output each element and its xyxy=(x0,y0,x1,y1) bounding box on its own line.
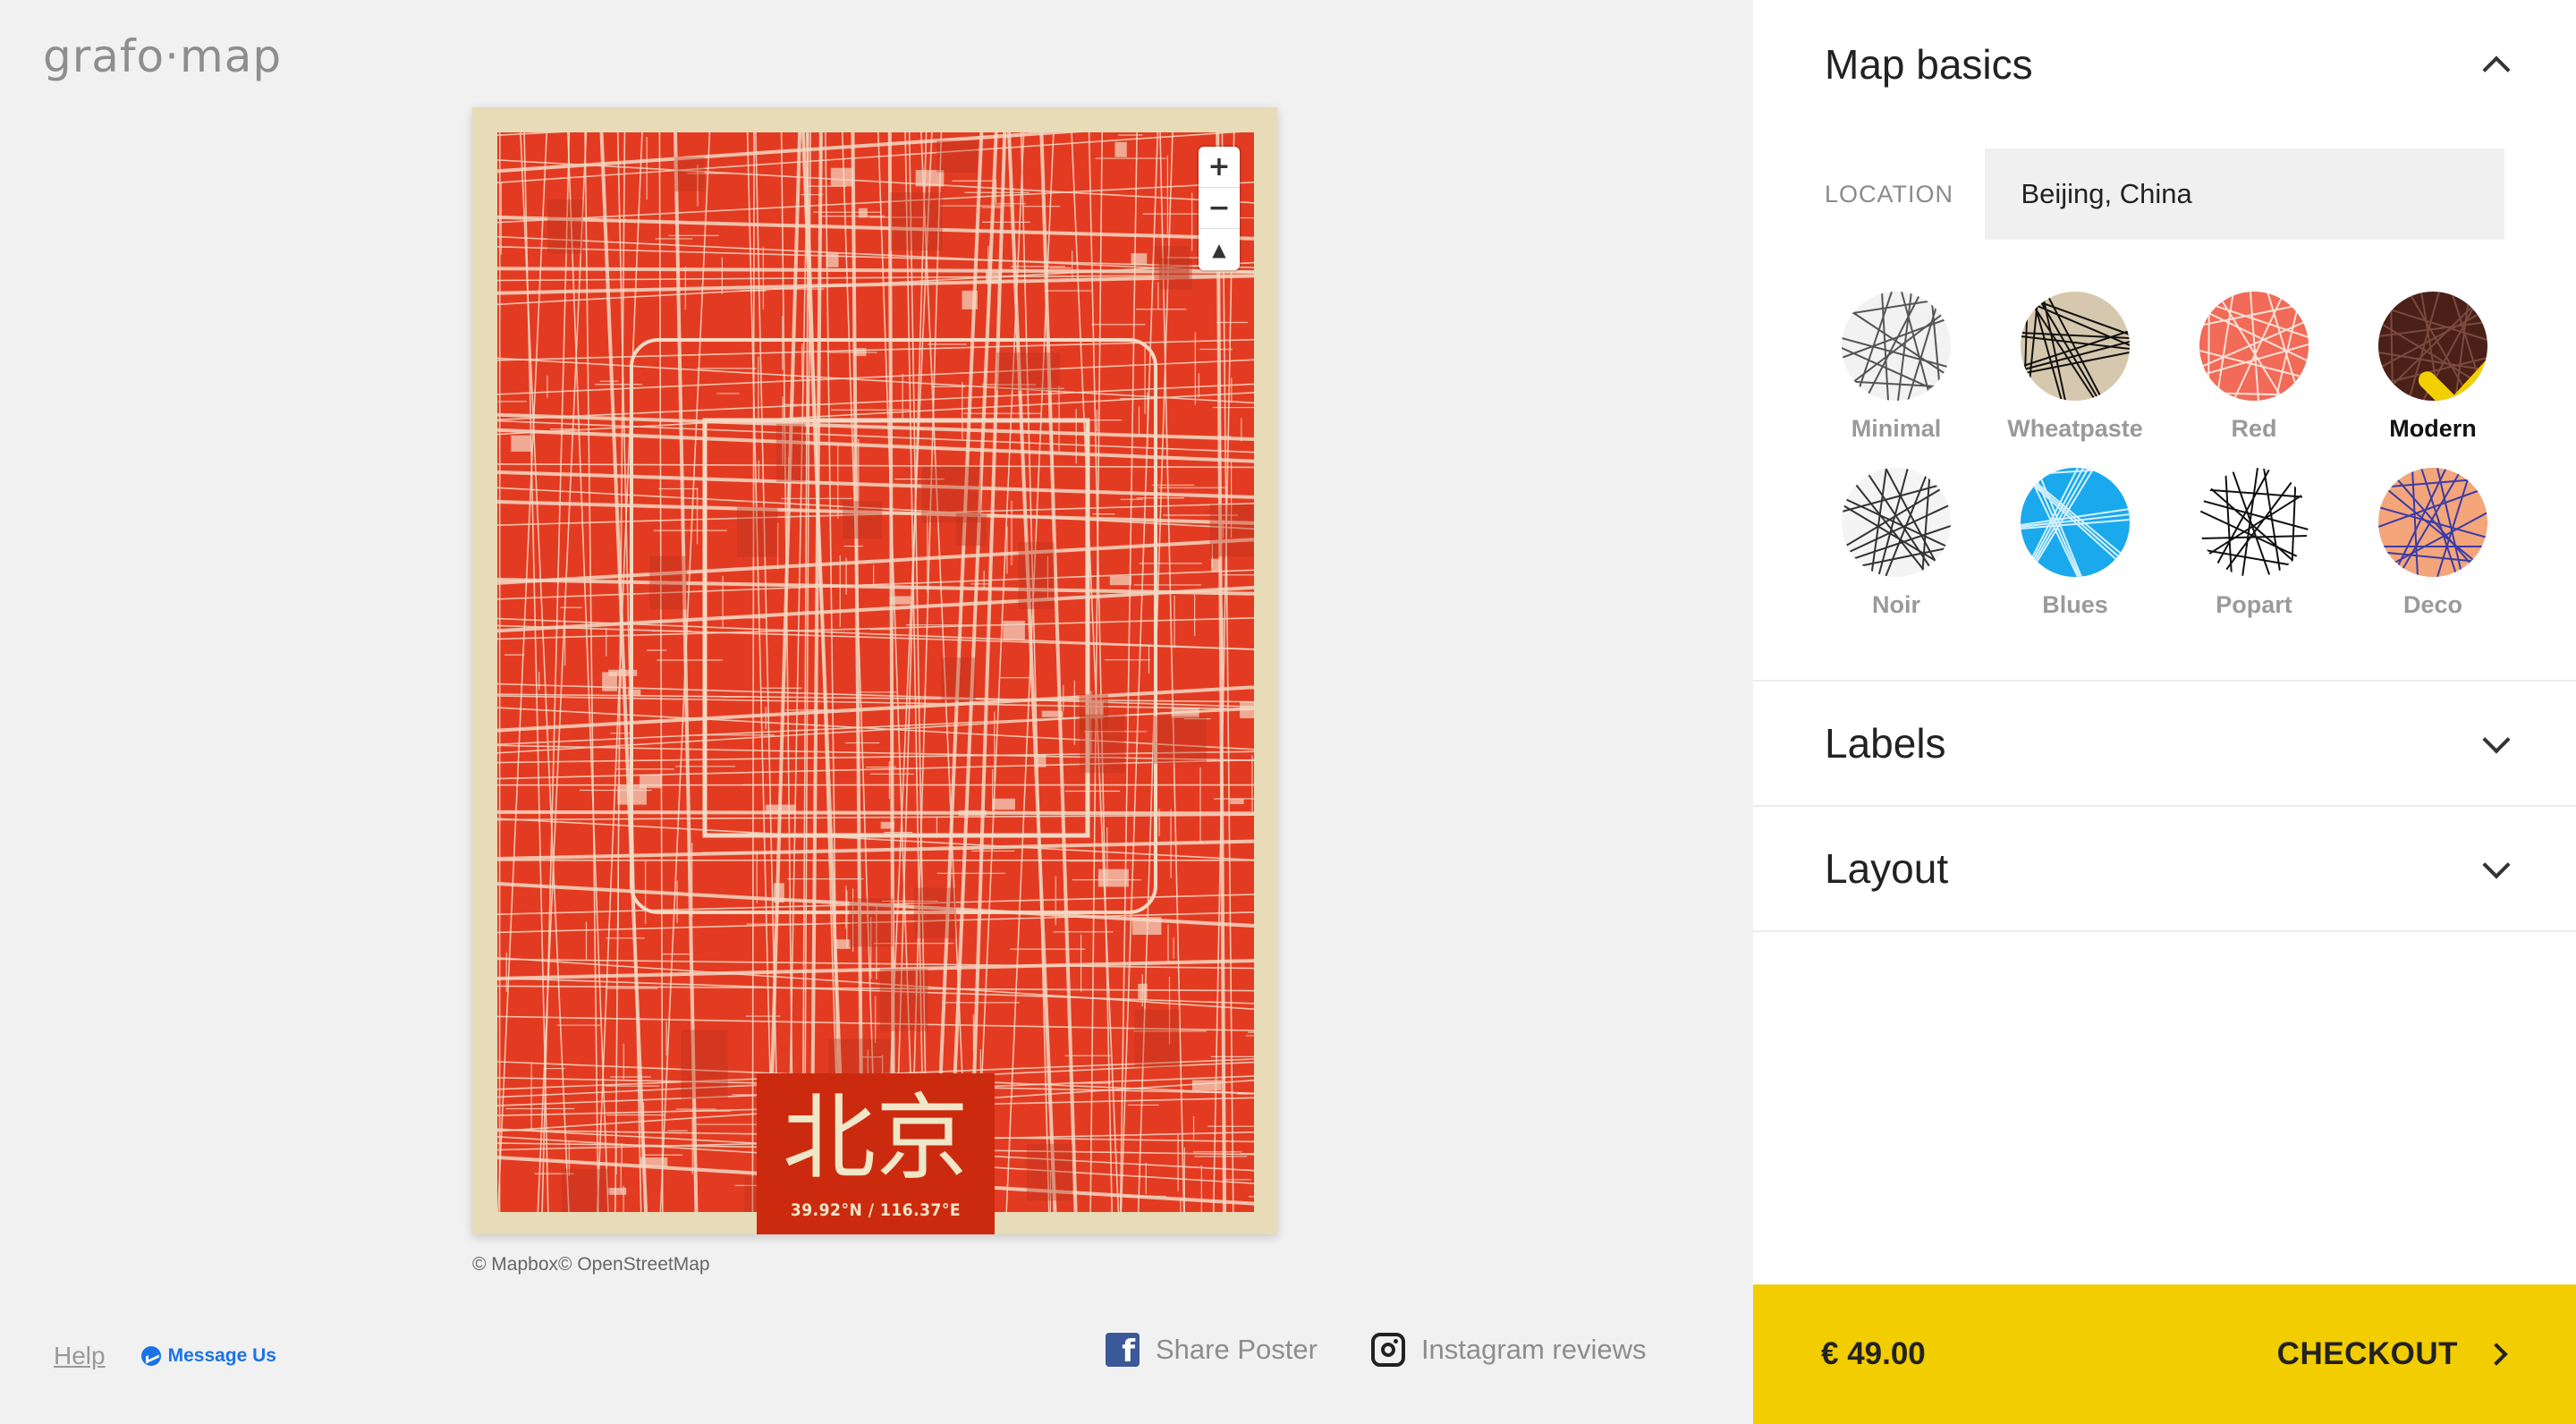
map-controls: + − ▲ xyxy=(1199,147,1240,270)
brand-logo[interactable]: grafo·map xyxy=(43,30,282,82)
poster-title-block: 北京 39.92°N / 116.37°E xyxy=(757,1073,995,1234)
zoom-in-button[interactable]: + xyxy=(1199,147,1240,188)
location-input[interactable] xyxy=(1985,148,2504,240)
map-canvas[interactable]: + − ▲ xyxy=(497,132,1254,1212)
style-name: Deco xyxy=(2402,591,2463,618)
style-name: Minimal xyxy=(1851,415,1942,442)
section-layout: Layout xyxy=(1753,807,2576,930)
instagram-icon xyxy=(1370,1333,1405,1367)
style-option-noir[interactable]: Noir xyxy=(1807,468,1986,619)
style-swatch[interactable] xyxy=(1842,468,1951,577)
labels-header[interactable]: Labels xyxy=(1753,682,2576,805)
map-streets xyxy=(497,132,1254,1212)
poster-coordinates: 39.92°N / 116.37°E xyxy=(790,1200,962,1220)
layout-title: Layout xyxy=(1825,845,1949,892)
message-us-label: Message Us xyxy=(167,1345,276,1366)
style-name: Wheatpaste xyxy=(2007,415,2143,442)
style-option-blues[interactable]: Blues xyxy=(1986,468,2165,619)
style-name: Noir xyxy=(1872,591,1920,618)
style-swatch[interactable] xyxy=(2378,292,2487,401)
facebook-icon: f xyxy=(1106,1333,1140,1367)
poster-city-label: 北京 xyxy=(782,1083,969,1192)
style-option-popart[interactable]: Popart xyxy=(2165,468,2343,619)
section-map-basics: Map basics LOCATION Minimal Wheatpaste Red… xyxy=(1753,0,2576,619)
style-name: Modern xyxy=(2389,415,2477,442)
location-label: LOCATION xyxy=(1825,180,1954,208)
price: € 49.00 xyxy=(1821,1336,1926,1371)
labels-title: Labels xyxy=(1825,720,1946,767)
zoom-out-button[interactable]: − xyxy=(1199,188,1240,229)
map-basics-title: Map basics xyxy=(1825,41,2033,88)
share-poster-label: Share Poster xyxy=(1156,1334,1318,1365)
compass-icon[interactable]: ▲ xyxy=(1199,229,1240,270)
section-labels: Labels xyxy=(1753,682,2576,805)
footer-share: f Share Poster Instagram reviews xyxy=(1106,1333,1646,1367)
messenger-icon xyxy=(140,1346,161,1366)
style-name: Popart xyxy=(2216,591,2292,618)
location-row: LOCATION xyxy=(1753,148,2576,240)
layout-header[interactable]: Layout xyxy=(1753,807,2576,930)
style-swatch[interactable] xyxy=(2199,468,2309,577)
map-attribution: © Mapbox© OpenStreetMap xyxy=(472,1254,710,1275)
chevron-right-icon xyxy=(2485,1343,2508,1366)
style-option-red[interactable]: Red xyxy=(2165,292,2343,443)
share-poster-button[interactable]: f Share Poster xyxy=(1106,1333,1318,1367)
style-option-deco[interactable]: Deco xyxy=(2343,468,2522,619)
footer-left: Help Message Us xyxy=(54,1342,276,1370)
instagram-reviews-link[interactable]: Instagram reviews xyxy=(1370,1333,1647,1367)
checkout-label: CHECKOUT xyxy=(2276,1336,2458,1371)
settings-panel: Map basics LOCATION Minimal Wheatpaste Red… xyxy=(1753,0,2576,1424)
style-option-minimal[interactable]: Minimal xyxy=(1807,292,1986,443)
style-name: Red xyxy=(2231,415,2277,442)
poster-preview: + − ▲ 北京 39.92°N / 116.37°E xyxy=(472,107,1277,1234)
style-swatch[interactable] xyxy=(2378,468,2487,577)
chevron-down-icon[interactable] xyxy=(2482,725,2511,754)
style-swatch[interactable] xyxy=(1842,292,1951,401)
checkout-button[interactable]: CHECKOUT xyxy=(2276,1336,2508,1372)
style-picker: Minimal Wheatpaste Red Modern Noir Blues Popar… xyxy=(1807,292,2576,619)
style-swatch[interactable] xyxy=(2199,292,2309,401)
chevron-up-icon[interactable] xyxy=(2482,55,2511,84)
help-link[interactable]: Help xyxy=(54,1342,106,1370)
divider xyxy=(1753,930,2576,932)
style-option-wheatpaste[interactable]: Wheatpaste xyxy=(1986,292,2165,443)
checkout-bar[interactable]: € 49.00 CHECKOUT xyxy=(1753,1284,2576,1424)
message-us-button[interactable]: Message Us xyxy=(140,1345,276,1367)
style-swatch[interactable] xyxy=(2021,292,2130,401)
map-basics-header[interactable]: Map basics xyxy=(1753,0,2576,129)
instagram-reviews-label: Instagram reviews xyxy=(1420,1334,1647,1365)
style-swatch[interactable] xyxy=(2021,468,2130,577)
style-option-modern[interactable]: Modern xyxy=(2343,292,2522,443)
chevron-down-icon[interactable] xyxy=(2482,851,2511,879)
style-name: Blues xyxy=(2042,591,2108,618)
checkmark-icon xyxy=(2418,358,2487,401)
